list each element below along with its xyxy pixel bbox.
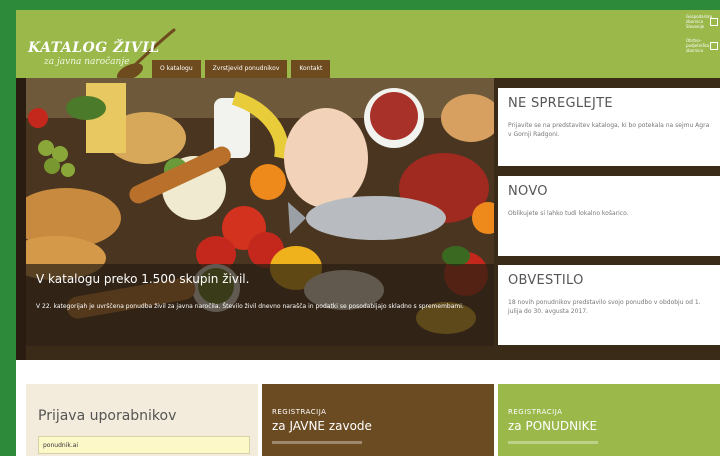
nav-o-katalogu[interactable]: O katalogu (152, 60, 201, 78)
register-label: REGISTRACIJA (508, 408, 563, 416)
hero-caption-text: V 22. kategorijah je uvrščena ponudba ži… (36, 303, 464, 310)
news-text: Oblikujete si lahko tudi lokalno košaric… (508, 210, 629, 217)
register-title: za JAVNE zavode (272, 419, 372, 433)
news-card[interactable]: NE SPREGLEJTE Prijavite se na predstavit… (498, 88, 720, 166)
partner-logos: Gospodarska zbornica Slovenije Obrtno- p… (684, 12, 720, 60)
hero-section: V katalogu preko 1.500 skupin živil. V 2… (16, 78, 720, 360)
register-text-line (508, 441, 598, 444)
news-text: Prijavite se na predstavitev kataloga, k… (508, 122, 710, 138)
partner-logo-icon (710, 42, 718, 50)
site-header: KATALOG ŽIVIL za javna naročanje O katal… (16, 10, 720, 81)
partner-logo-icon (710, 18, 718, 26)
partner-text: zbornica (686, 48, 703, 53)
register-title: za PONUDNIKE (508, 419, 598, 433)
page: KATALOG ŽIVIL za javna naročanje O katal… (16, 10, 720, 456)
hero-caption: V katalogu preko 1.500 skupin živil. V 2… (26, 264, 494, 346)
logo-title: KATALOG ŽIVIL (28, 40, 160, 56)
news-card[interactable]: OBVESTILO 18 novih ponudnikov predstavil… (498, 265, 720, 345)
news-card[interactable]: NOVO Oblikujete si lahko tudi lokalno ko… (498, 176, 720, 256)
login-title: Prijava uporabnikov (38, 408, 177, 424)
register-institutions-panel[interactable]: REGISTRACIJA za JAVNE zavode (262, 384, 494, 456)
hero-edge (16, 78, 26, 360)
nav-kontakt[interactable]: Kontakt (291, 60, 331, 78)
register-suppliers-panel[interactable]: REGISTRACIJA za PONUDNIKE (498, 384, 720, 456)
username-input[interactable] (38, 436, 250, 454)
news-title: NOVO (508, 184, 548, 199)
register-text-line (272, 441, 362, 444)
nav-ponudniki[interactable]: Zvrstjevid ponudnikov (204, 60, 288, 78)
hero-caption-title: V katalogu preko 1.500 skupin živil. (36, 272, 250, 286)
news-title: OBVESTILO (508, 273, 584, 288)
news-title: NE SPREGLEJTE (508, 96, 613, 111)
register-label: REGISTRACIJA (272, 408, 327, 416)
logo-subtitle: za javna naročanje (44, 57, 130, 67)
main-nav: O katalogu Zvrstjevid ponudnikov Kontakt (152, 60, 331, 78)
login-panel: Prijava uporabnikov (26, 384, 258, 456)
partner-text: Slovenije (686, 24, 705, 29)
news-text: 18 novih ponudnikov predstavilo svojo po… (508, 299, 701, 315)
